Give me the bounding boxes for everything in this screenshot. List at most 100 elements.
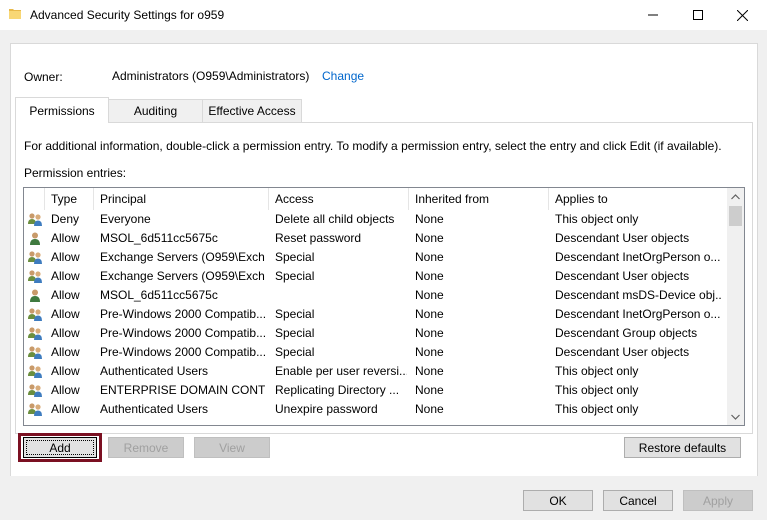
cell-type: Allow: [51, 364, 80, 378]
cell-principal: Authenticated Users: [100, 402, 209, 416]
cell-applies: This object only: [555, 402, 639, 416]
cell-applies: This object only: [555, 364, 639, 378]
column-header-applies-to[interactable]: Applies to: [549, 188, 725, 210]
list-header: Type Principal Access Inherited from App…: [24, 188, 725, 210]
group-icon: [27, 307, 43, 322]
change-owner-link[interactable]: Change: [322, 69, 364, 83]
tab-auditing[interactable]: Auditing: [107, 99, 204, 122]
cell-applies: This object only: [555, 212, 639, 226]
cell-principal: Pre-Windows 2000 Compatib...: [100, 345, 265, 359]
column-header-access[interactable]: Access: [269, 188, 409, 210]
group-icon: [27, 364, 43, 379]
permission-entries-list[interactable]: Type Principal Access Inherited from App…: [23, 187, 745, 426]
cell-access: Special: [275, 269, 315, 283]
cell-inherited: None: [415, 269, 444, 283]
cell-access: Special: [275, 250, 315, 264]
user-icon: [27, 231, 43, 246]
apply-button[interactable]: Apply: [683, 490, 753, 511]
minimize-icon: [647, 14, 658, 16]
cell-type: Allow: [51, 307, 80, 321]
cell-principal: Pre-Windows 2000 Compatib...: [100, 326, 265, 340]
restore-defaults-button[interactable]: Restore defaults: [624, 437, 741, 458]
cell-applies: This object only: [555, 383, 639, 397]
close-button[interactable]: [720, 0, 765, 30]
cell-principal: Everyone: [100, 212, 151, 226]
cell-applies: Descendant InetOrgPerson o...: [555, 307, 721, 321]
cell-applies: Descendant msDS-Device obj...: [555, 288, 721, 302]
ok-button[interactable]: OK: [523, 490, 593, 511]
cell-access: Special: [275, 345, 315, 359]
maximize-button[interactable]: [675, 0, 720, 30]
column-header-type[interactable]: Type: [45, 188, 94, 210]
table-row[interactable]: Allow Authenticated Users Unexpire passwor…: [24, 400, 725, 419]
cell-inherited: None: [415, 326, 444, 340]
cell-access: [275, 286, 407, 305]
table-row[interactable]: Allow Pre-Windows 2000 Compatib... Special…: [24, 324, 725, 343]
cell-applies: Descendant User objects: [555, 231, 690, 245]
scrollbar-thumb[interactable]: [729, 206, 742, 226]
owner-value: Administrators (O959\Administrators): [112, 69, 310, 83]
cell-type: Allow: [51, 269, 80, 283]
cancel-button[interactable]: Cancel: [603, 490, 673, 511]
maximize-icon: [692, 10, 703, 20]
tab-effective-access[interactable]: Effective Access: [202, 99, 302, 122]
table-row[interactable]: Allow MSOL_6d511cc5675c Reset password None…: [24, 229, 725, 248]
table-row[interactable]: Allow Exchange Servers (O959\Exch... Speci…: [24, 248, 725, 267]
tab-permissions[interactable]: Permissions: [15, 97, 109, 123]
cell-principal: Exchange Servers (O959\Exch...: [100, 269, 265, 283]
folder-icon: [9, 9, 21, 19]
table-row[interactable]: Allow ENTERPRISE DOMAIN CONT... Replicatin…: [24, 381, 725, 400]
group-icon: [27, 402, 43, 417]
table-row[interactable]: Allow Pre-Windows 2000 Compatib... Special…: [24, 305, 725, 324]
cell-inherited: None: [415, 402, 444, 416]
vertical-scrollbar[interactable]: [727, 188, 744, 425]
cell-principal: Authenticated Users: [100, 364, 209, 378]
chevron-down-icon: [731, 414, 740, 420]
cell-type: Allow: [51, 250, 80, 264]
cell-applies: Descendant Group objects: [555, 326, 698, 340]
table-row[interactable]: Allow Exchange Servers (O959\Exch... Speci…: [24, 267, 725, 286]
cell-access: Special: [275, 326, 315, 340]
cell-access: Unexpire password: [275, 402, 378, 416]
cell-type: Allow: [51, 402, 80, 416]
cell-access: Enable per user reversi...: [275, 364, 407, 378]
title-bar: Advanced Security Settings for o959: [0, 0, 767, 30]
cell-inherited: None: [415, 212, 444, 226]
scroll-down-arrow[interactable]: [727, 408, 744, 425]
table-row[interactable]: Deny Everyone Delete all child objects None…: [24, 210, 725, 229]
cell-access: Special: [275, 307, 315, 321]
minimize-button[interactable]: [630, 0, 675, 30]
cell-access: Reset password: [275, 231, 362, 245]
cell-applies: Descendant InetOrgPerson o...: [555, 250, 721, 264]
close-icon: [737, 9, 748, 21]
group-icon: [27, 345, 43, 360]
owner-label: Owner:: [24, 70, 63, 84]
cell-inherited: None: [415, 250, 444, 264]
window-title: Advanced Security Settings for o959: [30, 8, 225, 22]
cell-inherited: None: [415, 307, 444, 321]
cell-principal: Pre-Windows 2000 Compatib...: [100, 307, 265, 321]
cell-applies: Descendant User objects: [555, 269, 690, 283]
cell-type: Allow: [51, 231, 80, 245]
cell-inherited: None: [415, 231, 444, 245]
cell-access: Delete all child objects: [275, 212, 395, 226]
permission-entries-label: Permission entries:: [24, 166, 127, 180]
cell-principal: Exchange Servers (O959\Exch...: [100, 250, 265, 264]
view-button[interactable]: View: [194, 437, 270, 458]
column-header-principal[interactable]: Principal: [94, 188, 269, 210]
group-icon: [27, 383, 43, 398]
table-row[interactable]: Allow Pre-Windows 2000 Compatib... Special…: [24, 343, 725, 362]
cell-inherited: None: [415, 383, 444, 397]
cell-type: Allow: [51, 326, 80, 340]
column-header-inherited-from[interactable]: Inherited from: [409, 188, 549, 210]
scroll-up-arrow[interactable]: [727, 188, 744, 205]
column-header-icon: [24, 188, 45, 210]
cell-applies: Descendant User objects: [555, 345, 690, 359]
group-icon: [27, 269, 43, 284]
cell-inherited: None: [415, 345, 444, 359]
remove-button[interactable]: Remove: [108, 437, 184, 458]
cell-principal: MSOL_6d511cc5675c: [100, 288, 218, 302]
table-row[interactable]: Allow Authenticated Users Enable per user …: [24, 362, 725, 381]
add-button[interactable]: Add: [23, 437, 97, 458]
table-row[interactable]: Allow MSOL_6d511cc5675c None Descendant msD…: [24, 286, 725, 305]
